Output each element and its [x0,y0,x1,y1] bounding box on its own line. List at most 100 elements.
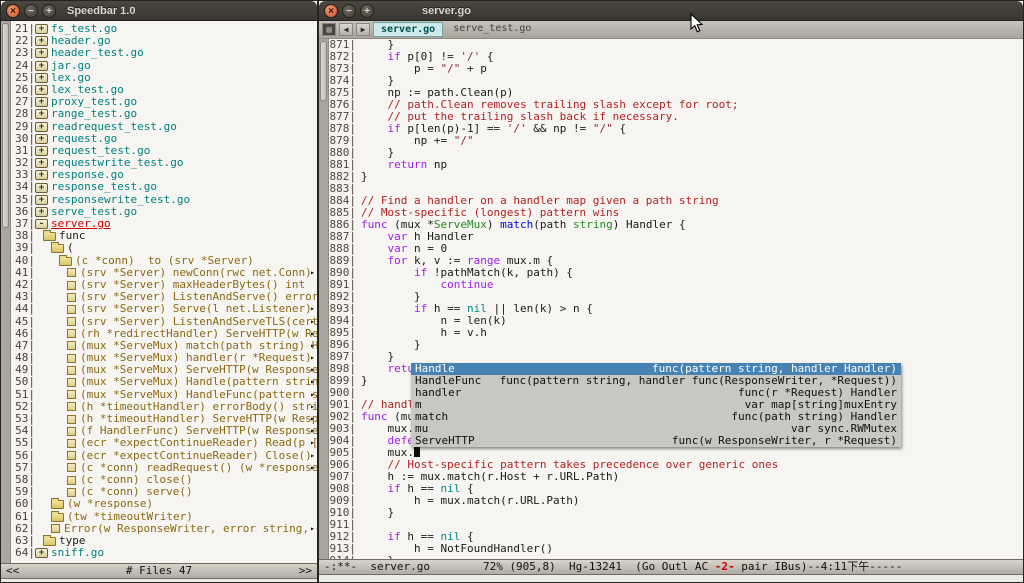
speedbar-scrollbar-thumb[interactable] [2,23,9,228]
file-row[interactable]: 32|+requestwrite_test.go [11,157,317,169]
minimize-button[interactable]: − [342,4,356,18]
file-row[interactable]: 28|+range_test.go [11,108,317,120]
tag-row[interactable]: 39|( [11,242,317,254]
item-label[interactable]: (mux *ServeMux) HandleFunc(pattern st [80,389,317,401]
code-area[interactable]: 871| }872| if p[0] != '/' {873| p = "/" … [329,39,1023,559]
tag-row[interactable]: 54|(f HandlerFunc) ServeHTTP(w ResponseW [11,425,317,437]
tag-icon[interactable] [67,439,76,448]
minimize-button[interactable]: − [24,4,38,18]
expand-icon[interactable]: + [35,158,48,168]
speedbar-scrollbar[interactable] [1,21,11,563]
tag-row[interactable]: 56|(ecr *expectContinueReader) Close() e [11,450,317,462]
tag-icon[interactable] [67,305,76,314]
editor-titlebar[interactable]: ×−+ server.go [319,1,1023,21]
tag-row[interactable]: 47|(mux *ServeMux) match(path string) Ha [11,340,317,352]
expand-icon[interactable]: + [35,183,48,193]
file-row[interactable]: 37|-server.go [11,218,317,230]
item-label[interactable]: lex.go [51,72,91,84]
tag-row[interactable]: 48|(mux *ServeMux) handler(r *Request) H [11,352,317,364]
tag-row[interactable]: 38|func [11,230,317,242]
expand-icon[interactable]: + [35,548,48,558]
item-label[interactable]: (c *conn) serve() [80,486,193,498]
expand-icon[interactable]: + [35,61,48,71]
file-row[interactable]: 29|+readrequest_test.go [11,121,317,133]
tag-row[interactable]: 60|(w *response) [11,498,317,510]
item-label[interactable]: header.go [51,35,111,47]
item-label[interactable]: proxy_test.go [51,96,137,108]
item-label[interactable]: server.go [51,218,111,230]
expand-icon[interactable]: + [35,36,48,46]
file-row[interactable]: 30|+request.go [11,133,317,145]
item-label[interactable]: ( [67,242,74,254]
tag-row[interactable]: 40|(c *conn) to (srv *Server) [11,255,317,267]
expand-icon[interactable]: + [35,24,48,34]
tag-row[interactable]: 49|(mux *ServeMux) ServeHTTP(w ResponseW [11,364,317,376]
tag-row[interactable]: 44|(srv *Server) Serve(l net.Listener) e [11,303,317,315]
item-label[interactable]: (c *conn) to (srv *Server) [75,255,254,267]
item-label[interactable]: fs_test.go [51,23,117,35]
tag-icon[interactable] [67,427,76,436]
file-row[interactable]: 26|+lex_test.go [11,84,317,96]
expand-icon[interactable]: + [35,97,48,107]
item-label[interactable]: header_test.go [51,47,144,59]
item-label[interactable]: (c *conn) close() [80,474,193,486]
folder-icon[interactable] [59,257,72,266]
item-label[interactable]: (w *response) [67,498,153,510]
tag-row[interactable]: 46|(rh *redirectHandler) ServeHTTP(w Res [11,328,317,340]
tag-icon[interactable] [51,524,60,533]
item-label[interactable]: (h *timeoutHandler) errorBody() strin [80,401,317,413]
tag-row[interactable]: 50|(mux *ServeMux) Handle(pattern string [11,376,317,388]
file-row[interactable]: 24|+jar.go [11,60,317,72]
item-label[interactable]: (srv *Server) Serve(l net.Listener) e [80,303,317,315]
tag-row[interactable]: 58|(c *conn) close() [11,474,317,486]
file-row[interactable]: 27|+proxy_test.go [11,96,317,108]
item-label[interactable]: (srv *Server) ListenAndServe() error [80,291,317,303]
tag-icon[interactable] [67,317,76,326]
tag-row[interactable]: 42|(srv *Server) maxHeaderBytes() int [11,279,317,291]
tag-row[interactable]: 59|(c *conn) serve() [11,486,317,498]
editor-scrollbar-thumb[interactable] [320,41,327,101]
expand-icon[interactable]: + [35,207,48,217]
tag-icon[interactable] [67,488,76,497]
expand-icon[interactable]: + [35,122,48,132]
completion-item[interactable]: ServeHTTPfunc(w ResponseWriter, r *Reque… [411,435,901,447]
item-label[interactable]: func [59,230,86,242]
tag-icon[interactable] [67,378,76,387]
file-row[interactable]: 21|+fs_test.go [11,23,317,35]
maximize-button[interactable]: + [360,4,374,18]
tag-icon[interactable] [67,402,76,411]
item-label[interactable]: readrequest_test.go [51,121,177,133]
item-label[interactable]: Error(w ResponseWriter, error string, c [64,523,317,535]
item-label[interactable]: sniff.go [51,547,104,559]
tag-row[interactable]: 53|(h *timeoutHandler) ServeHTTP(w Respo [11,413,317,425]
tag-icon[interactable] [67,451,76,460]
item-label[interactable]: (mux *ServeMux) ServeHTTP(w ResponseW [80,364,317,376]
item-label[interactable]: (tw *timeoutWriter) [67,511,193,523]
expand-icon[interactable]: + [35,170,48,180]
tag-icon[interactable] [67,476,76,485]
item-label[interactable]: response.go [51,169,124,181]
close-button[interactable]: × [6,4,20,18]
item-label[interactable]: serve_test.go [51,206,137,218]
item-label[interactable]: (ecr *expectContinueReader) Read(p [] [80,437,317,449]
file-row[interactable]: 22|+header.go [11,35,317,47]
tag-row[interactable]: 51|(mux *ServeMux) HandleFunc(pattern st [11,389,317,401]
file-row[interactable]: 31|+request_test.go [11,145,317,157]
item-label[interactable]: (mux *ServeMux) match(path string) Ha [80,340,317,352]
item-label[interactable]: range_test.go [51,108,137,120]
expand-icon[interactable]: + [35,134,48,144]
item-label[interactable]: jar.go [51,60,91,72]
item-label[interactable]: type [59,535,86,547]
tag-icon[interactable] [67,293,76,302]
tag-row[interactable]: 61|(tw *timeoutWriter) [11,511,317,523]
folder-icon[interactable] [51,513,64,522]
item-label[interactable]: (srv *Server) maxHeaderBytes() int [80,279,305,291]
editor-body[interactable]: 871| }872| if p[0] != '/' {873| p = "/" … [319,39,1023,559]
tab-server.go[interactable]: server.go [373,22,443,37]
expand-icon[interactable]: + [35,109,48,119]
expand-icon[interactable]: + [35,73,48,83]
tab-serve_test.go[interactable]: serve_test.go [446,22,538,37]
tag-icon[interactable] [67,390,76,399]
file-row[interactable]: 34|+response_test.go [11,181,317,193]
item-label[interactable]: responsewrite_test.go [51,194,190,206]
